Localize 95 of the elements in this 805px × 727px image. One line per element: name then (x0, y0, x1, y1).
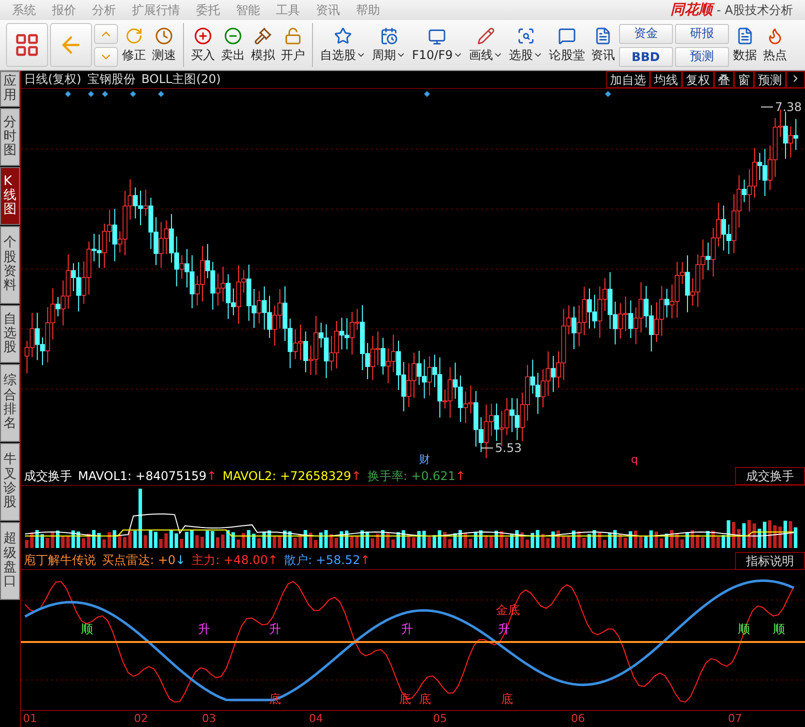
sidebar-tab[interactable]: 综合排名 (0, 364, 20, 442)
month-label: 07 (728, 712, 742, 725)
indicator-value: 庖丁解牛传说 (24, 552, 96, 569)
signal-label: 底 (419, 692, 431, 706)
pencil-icon (476, 26, 495, 44)
toolbar-button[interactable]: 资讯 (588, 20, 617, 70)
indicator-value: 主力: +48.00↑ (192, 552, 278, 569)
sidebar-tab[interactable]: 超级盘口 (0, 522, 20, 600)
indicator-value: 成交换手 (24, 468, 72, 484)
layout-button[interactable] (6, 23, 48, 67)
sidebar-tab[interactable]: K线图 (0, 167, 20, 225)
plus-circle-icon (194, 26, 212, 44)
monitor-icon (428, 28, 446, 46)
indicator-value: MAVOL1: +84075159↑ (78, 469, 217, 483)
signal-label: 顺 (773, 622, 785, 636)
month-label: 01 (23, 712, 37, 725)
toolbar-button[interactable]: 测速 (150, 20, 178, 70)
indicator-value: 买点雷达: +0↓ (102, 552, 186, 569)
scan-icon (516, 26, 535, 44)
document-icon (594, 26, 612, 44)
gavel-icon (254, 26, 272, 44)
toolbar-button[interactable]: 数据 (730, 20, 759, 70)
clock-icon (155, 26, 173, 44)
chart-button[interactable]: 均线 (650, 71, 682, 88)
signal-label: 升 (198, 622, 210, 636)
sidebar-tab[interactable]: 分时图 (0, 108, 20, 166)
toolbar-button[interactable]: 论股堂 (546, 20, 587, 70)
event-marker[interactable]: q (631, 453, 638, 466)
back-button[interactable] (50, 23, 92, 67)
low-price-label: 5.53 (495, 441, 522, 455)
diamond-marker-icon (605, 91, 611, 97)
diamond-marker-icon (65, 91, 71, 97)
toolbar-button[interactable]: 自选股 (318, 20, 368, 70)
chart-button[interactable]: 窗 (734, 71, 754, 88)
sidebar-tab[interactable]: 个股资料 (0, 226, 20, 304)
toolbar-button[interactable]: 资金 (618, 24, 673, 44)
diamond-marker-icon (158, 91, 164, 97)
refresh-icon (125, 26, 143, 44)
indicator-name: BOLL主图(20) (141, 71, 221, 88)
signal-label: 升 (401, 622, 413, 636)
toolbar-button[interactable]: 模拟 (249, 20, 277, 70)
toolbar-button[interactable]: 周期 (370, 20, 408, 70)
calendar-clock-icon (380, 26, 398, 44)
app-title: - A股技术分析 (716, 2, 793, 18)
month-label: 02 (134, 712, 148, 725)
diamond-marker-icon (102, 91, 108, 97)
toolbar-button[interactable]: 修正 (120, 20, 148, 70)
toolbar-button[interactable]: F10/F9 (410, 20, 465, 70)
app-logo: 同花顺 (670, 1, 713, 19)
toolbar-button[interactable]: 开户 (279, 20, 307, 70)
diamond-marker-icon (424, 91, 430, 97)
toolbar-button[interactable]: 画线 (466, 20, 505, 70)
stock-name: 宝钢股份 (87, 71, 136, 88)
document-icon (736, 26, 754, 44)
month-label: 05 (433, 712, 447, 725)
toolbar-button[interactable]: 卖出 (219, 20, 247, 70)
toolbar-button[interactable]: 预测 (674, 46, 729, 66)
month-label: 04 (309, 712, 323, 725)
sidebar-tab[interactable]: 牛叉诊股 (0, 443, 20, 521)
sidebar-tab[interactable]: 应用 (0, 71, 20, 107)
up-button[interactable] (94, 24, 118, 44)
indicator-value: 换手率: +0.621↑ (367, 468, 466, 484)
diamond-marker-icon (88, 91, 94, 97)
grid-icon (14, 32, 40, 58)
toolbar-button[interactable]: 选股 (506, 20, 545, 70)
chart-button[interactable]: 复权 (682, 71, 714, 88)
indicator-value: 散户: +58.52↑ (284, 552, 370, 569)
indicator-value: MAVOL2: +72658329↑ (222, 469, 362, 483)
chart-period: 日线(复权) (24, 71, 82, 88)
event-marker[interactable]: 财 (419, 453, 430, 466)
panel-button[interactable]: 成交换手 (735, 467, 805, 485)
toolbar-button[interactable]: BBD (618, 46, 673, 66)
panel-button[interactable]: 指标说明 (735, 552, 805, 570)
toolbar-button[interactable]: 热点 (760, 20, 789, 70)
chart-button[interactable]: 预测 (754, 71, 786, 88)
signal-label: 升 (269, 622, 281, 636)
month-label: 06 (571, 712, 585, 725)
star-icon (334, 26, 352, 44)
signal-label: 底 (399, 692, 411, 706)
signal-label: 底 (501, 692, 513, 706)
month-label: 03 (202, 712, 216, 725)
high-price-label: 7.38 (775, 100, 802, 114)
minus-circle-icon (224, 26, 242, 44)
chart-button[interactable]: 叠 (714, 71, 734, 88)
collapse-button[interactable] (786, 71, 805, 88)
down-button[interactable] (94, 46, 118, 66)
padlock-icon (284, 26, 302, 44)
toolbar-button[interactable]: 买入 (189, 20, 217, 70)
signal-label: 顺 (81, 622, 93, 636)
sidebar-tab[interactable]: 自选股 (0, 305, 20, 363)
chat-icon (558, 26, 576, 44)
leader-line (760, 106, 774, 108)
chart-button[interactable]: 加自选 (606, 71, 650, 88)
toolbar-button[interactable]: 研报 (674, 24, 729, 44)
diamond-marker-icon (130, 91, 136, 97)
